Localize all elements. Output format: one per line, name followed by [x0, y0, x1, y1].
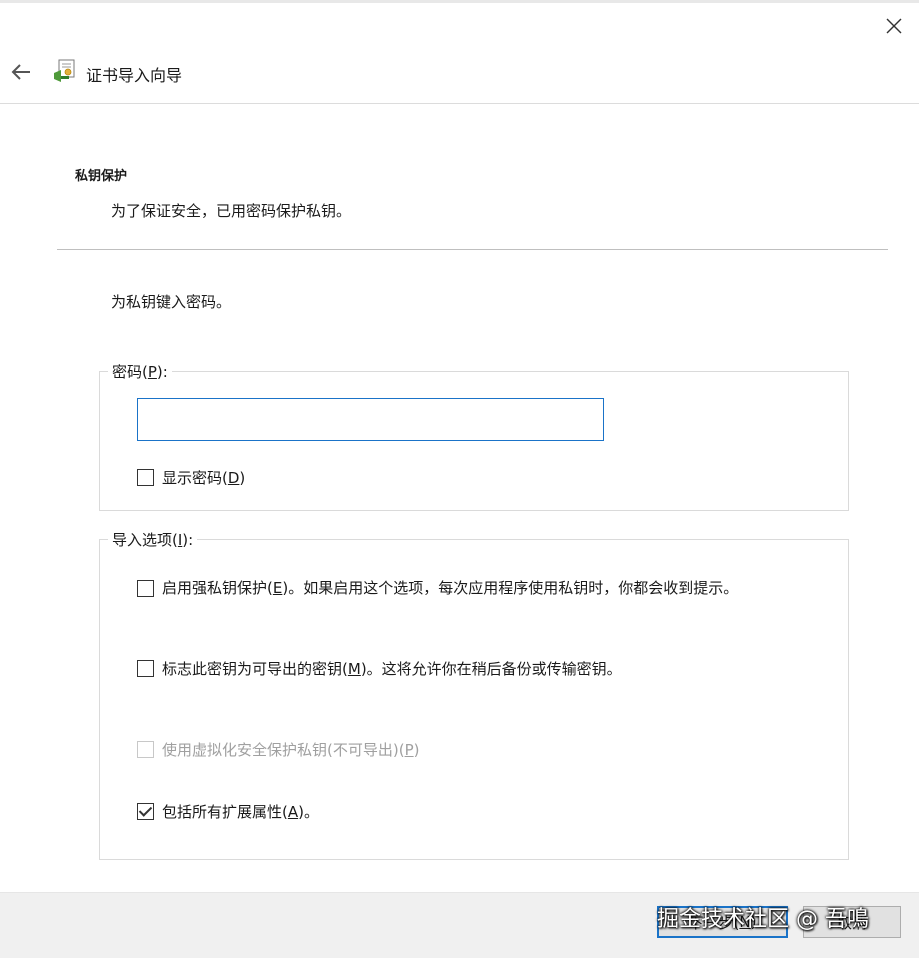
certificate-wizard-icon — [54, 59, 75, 82]
extended-properties-option[interactable]: 包括所有扩展属性(A)。 — [137, 801, 319, 822]
virtualization-label: 使用虚拟化安全保护私钥(不可导出)(P) — [162, 741, 420, 759]
strong-protection-label: 启用强私钥保护(E)。如果启用这个选项，每次应用程序使用私钥时，你都会收到提示。 — [162, 579, 739, 597]
import-options-group-label: 导入选项(I): — [108, 529, 198, 550]
section-title: 私钥保护 — [75, 169, 128, 184]
password-group — [99, 371, 849, 511]
strong-protection-option[interactable]: 启用强私钥保护(E)。如果启用这个选项，每次应用程序使用私钥时，你都会收到提示。 — [137, 578, 822, 601]
top-strip — [0, 0, 919, 3]
strong-protection-checkbox[interactable] — [137, 580, 154, 597]
header-divider — [0, 103, 919, 104]
next-button[interactable]: 下一步(N) — [657, 906, 788, 938]
virtualization-option: 使用虚拟化安全保护私钥(不可导出)(P) — [137, 739, 419, 760]
wizard-title: 证书导入向导 — [86, 66, 183, 85]
extended-properties-label: 包括所有扩展属性(A)。 — [162, 803, 319, 821]
show-password-option[interactable]: 显示密码(D) — [137, 467, 245, 488]
cancel-button[interactable]: 取消 — [803, 906, 901, 938]
extended-properties-checkbox[interactable] — [137, 803, 154, 820]
close-button[interactable] — [876, 8, 912, 44]
exportable-key-option[interactable]: 标志此密钥为可导出的密钥(M)。这将允许你在稍后备份或传输密钥。 — [137, 658, 622, 679]
password-prompt: 为私钥键入密码。 — [111, 293, 232, 311]
exportable-key-checkbox[interactable] — [137, 660, 154, 677]
back-button[interactable] — [8, 56, 36, 88]
password-input[interactable] — [137, 398, 604, 441]
section-description: 为了保证安全，已用密码保护私钥。 — [111, 202, 352, 220]
section-divider — [57, 249, 888, 250]
show-password-checkbox[interactable] — [137, 469, 154, 486]
password-group-label: 密码(P): — [108, 361, 172, 382]
back-arrow-icon — [11, 64, 30, 80]
close-icon — [886, 18, 902, 34]
virtualization-checkbox — [137, 741, 154, 758]
show-password-label: 显示密码(D) — [162, 469, 246, 487]
exportable-key-label: 标志此密钥为可导出的密钥(M)。这将允许你在稍后备份或传输密钥。 — [162, 660, 622, 678]
